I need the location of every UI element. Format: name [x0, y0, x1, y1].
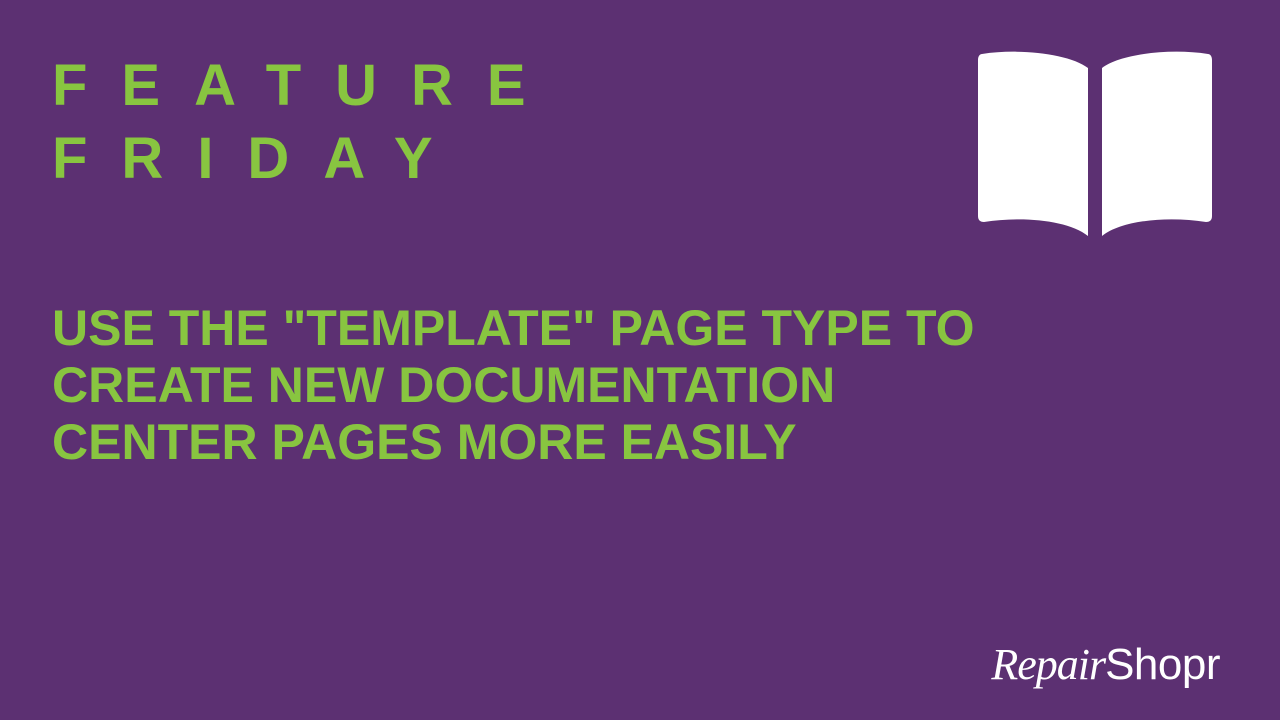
title-line-2: FRIDAY — [52, 123, 560, 196]
book-open-icon — [970, 48, 1220, 243]
brand-logo: RepairShopr — [991, 639, 1220, 690]
brand-plain-part: Shopr — [1105, 640, 1220, 689]
feature-friday-title: FEATURE FRIDAY — [52, 50, 560, 195]
brand-script-part: Repair — [991, 640, 1105, 689]
subtitle-text: USE THE "TEMPLATE" PAGE TYPE TO CREATE N… — [52, 300, 1052, 471]
title-line-1: FEATURE — [52, 50, 560, 123]
